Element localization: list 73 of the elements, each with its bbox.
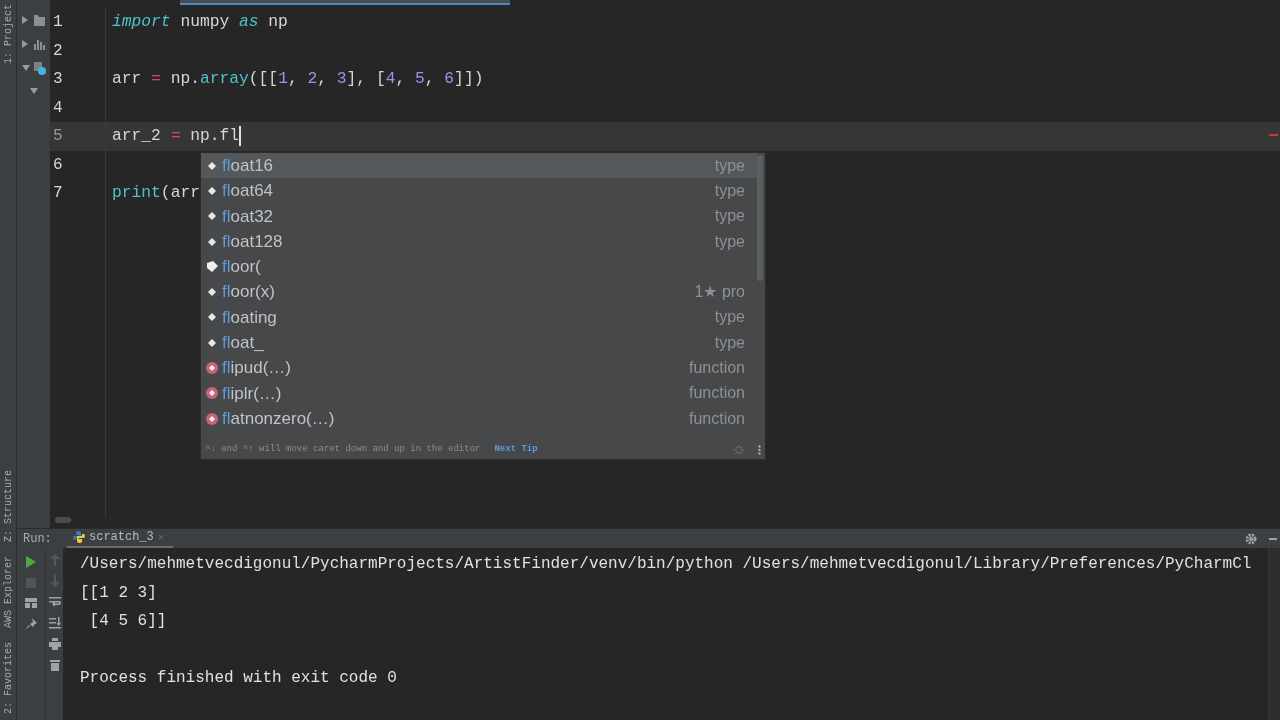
console-line: Process finished with exit code 0 (80, 668, 397, 689)
field-icon (208, 212, 216, 221)
item-type: 1★ pro (694, 282, 745, 303)
scrollbar-thumb[interactable] (757, 155, 763, 281)
field-icon (208, 186, 216, 195)
function-icon (206, 362, 218, 374)
function-icon (206, 412, 218, 425)
item-type: type (714, 307, 745, 328)
console-line: /Users/mehmetvecdigonul/PycharmProjects/ArtistFinder/venv/bin/python /Users/mehmetvecdigonul/Library/Preferences/PyCharmCl (80, 554, 1252, 575)
scroll-to-end-icon[interactable] (48, 617, 61, 629)
code-line: print(arr (112, 182, 200, 205)
scrollbar[interactable] (1268, 548, 1280, 720)
line-number: 1 (53, 12, 63, 34)
line-number: 4 (53, 97, 63, 119)
completion-item[interactable]: fliplr(…) function (201, 380, 757, 406)
trash-icon[interactable] (49, 659, 60, 671)
completion-item[interactable]: floor(x) 1★ pro (201, 279, 757, 305)
code-line: import numpy as np (112, 11, 288, 34)
item-type: function (688, 383, 745, 404)
run-label: Run: (23, 530, 53, 548)
expand-arrow-icon (29, 88, 38, 94)
minimize-icon[interactable] (1269, 537, 1277, 540)
chart-icon (21, 38, 46, 50)
tool-window-label[interactable]: Z: Structure (0, 469, 16, 542)
item-type: type (714, 206, 745, 227)
completion-item[interactable]: floating type (201, 304, 757, 331)
field-icon (208, 161, 216, 170)
folder-icon (21, 14, 46, 26)
completion-item[interactable]: flatnonzero(…) function (201, 405, 757, 432)
pin-icon[interactable] (25, 618, 37, 630)
tool-window-label[interactable]: 2: Favorites (0, 642, 16, 714)
code-line: arr = np.array([[1, 2, 3], [4, 5, 6]]) (112, 68, 484, 91)
line-number: 7 (53, 183, 63, 205)
console-line: [[1 2 3] (80, 582, 157, 604)
function-icon (206, 387, 218, 400)
completion-item[interactable]: floor( (201, 254, 757, 280)
line-number: 5 (53, 126, 63, 148)
soft-wrap-icon[interactable] (48, 596, 61, 608)
item-type: function (688, 358, 745, 378)
item-type: function (688, 408, 745, 429)
python-icon (73, 531, 85, 543)
field-icon (208, 288, 216, 297)
field-icon (208, 313, 216, 322)
tool-window-label[interactable]: AWS Explorer (0, 555, 16, 628)
layout-icon[interactable] (25, 598, 37, 608)
scrollbar-thumb[interactable] (55, 517, 71, 523)
completion-item[interactable]: float128 type (201, 228, 757, 255)
completion-item[interactable]: float32 type (201, 203, 757, 229)
console-line: [4 5 6]] (88, 611, 167, 632)
item-type: type (714, 332, 745, 353)
item-type: type (714, 231, 745, 252)
run-icon[interactable] (26, 556, 36, 568)
settings-icon[interactable] (1245, 532, 1257, 545)
line-number: 2 (53, 40, 63, 62)
code-line: arr_2 = np.fl (112, 125, 240, 148)
scratch-icon (21, 62, 46, 76)
error-stripe-mark (1269, 134, 1278, 136)
completion-item[interactable]: flipud(…) function (201, 355, 757, 381)
print-icon[interactable] (48, 638, 61, 650)
line-number: 3 (53, 69, 63, 91)
line-number: 6 (53, 154, 63, 176)
item-type: type (714, 180, 745, 201)
next-tip-link[interactable]: Next Tip (494, 443, 538, 457)
more-icon[interactable] (758, 445, 761, 455)
item-type: type (714, 155, 745, 176)
template-icon (206, 261, 218, 273)
field-icon (208, 338, 216, 347)
loading-icon (734, 445, 744, 455)
tool-window-label[interactable]: 1: Project (0, 4, 16, 64)
field-icon (208, 237, 216, 246)
completion-item[interactable]: float_ type (201, 330, 757, 356)
completion-item[interactable]: float16 type (201, 153, 757, 179)
completion-item[interactable]: float64 type (201, 178, 757, 204)
